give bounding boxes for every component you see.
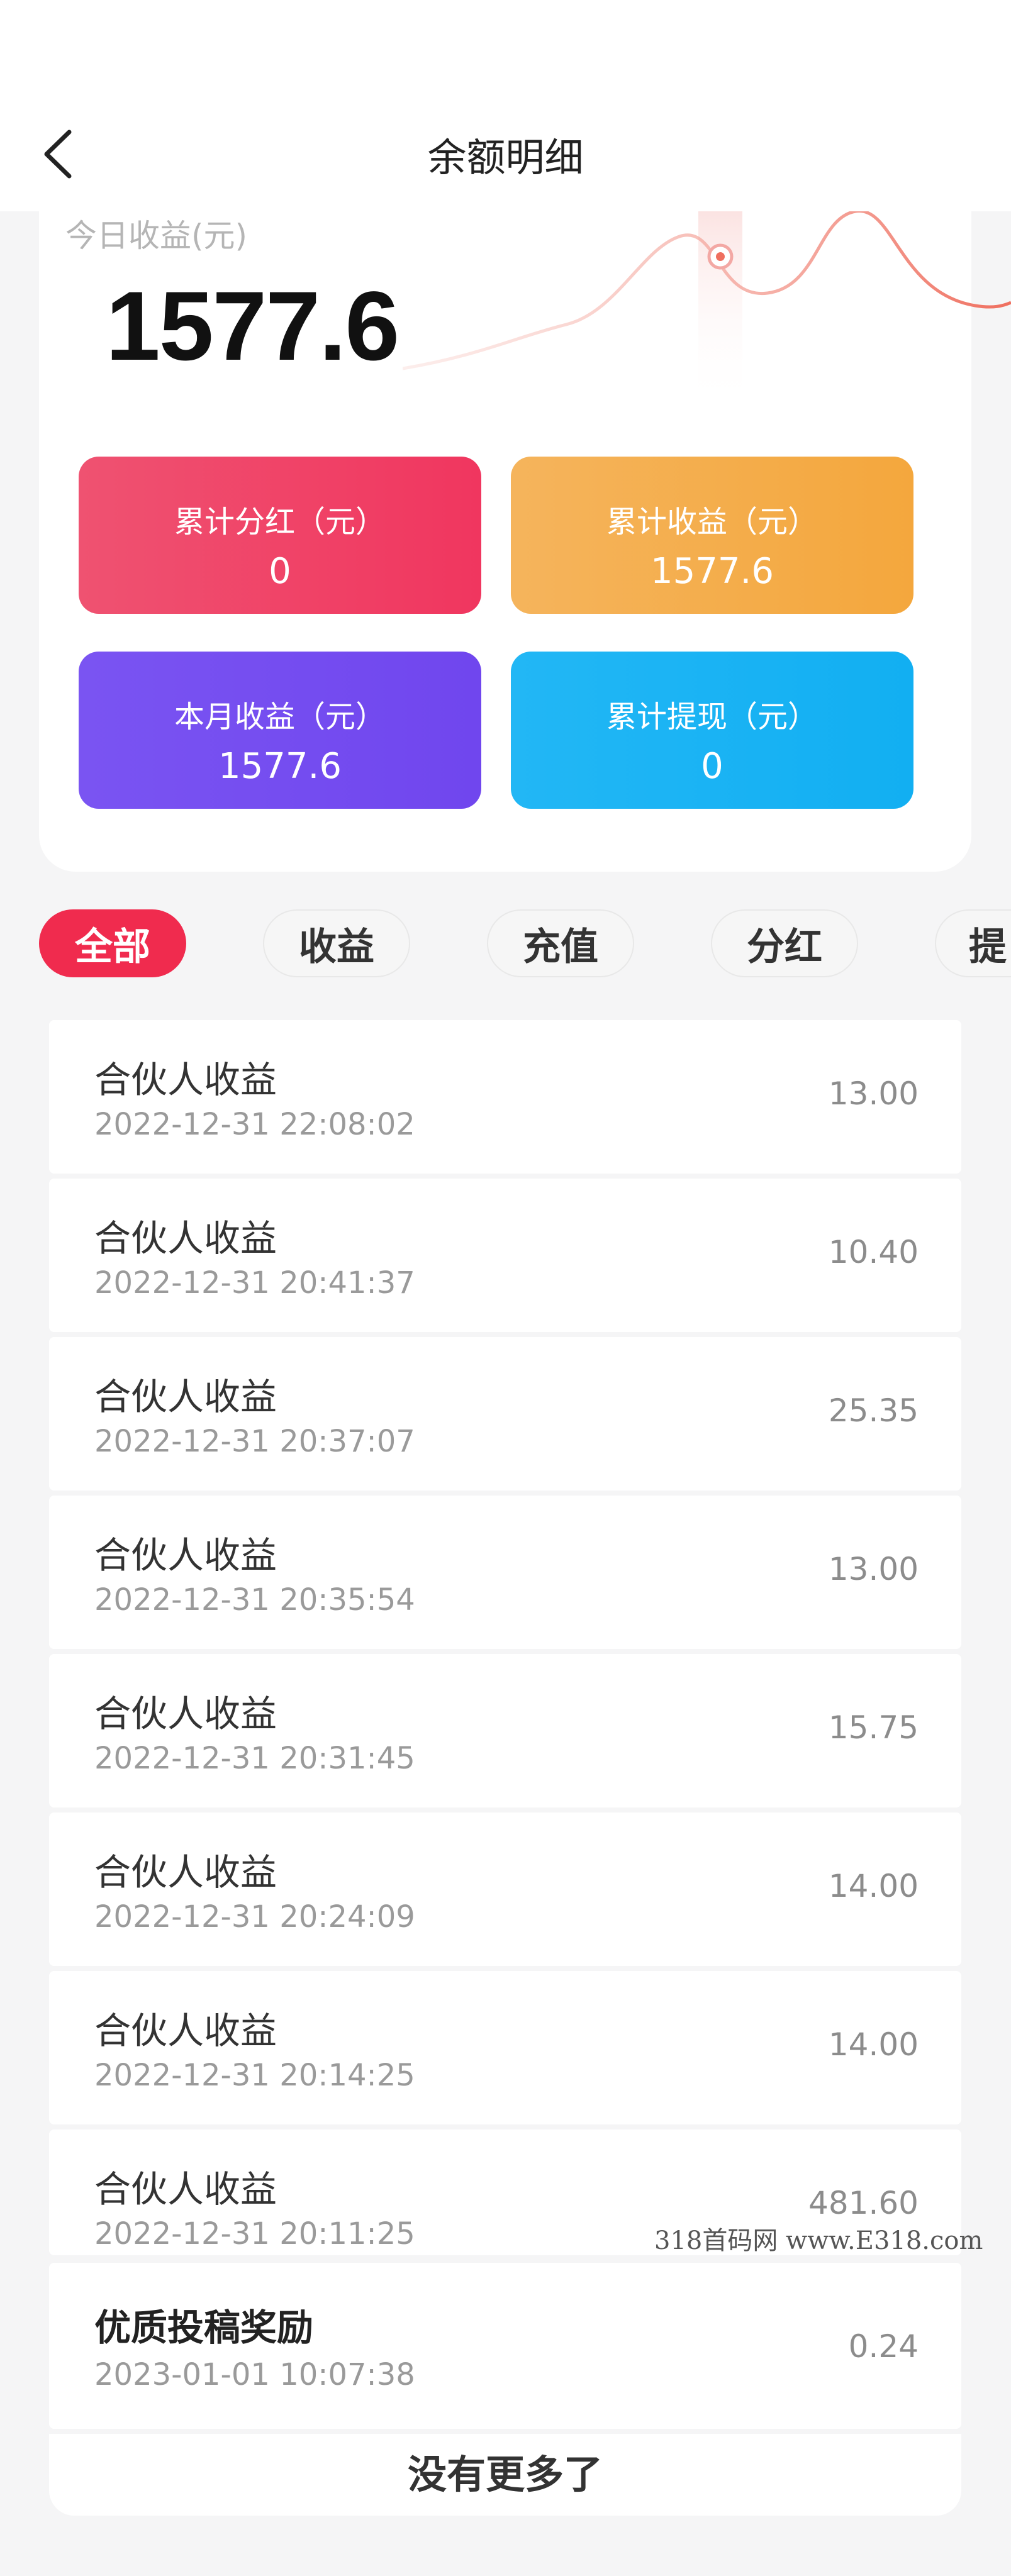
stat-label: 累计收益（元）	[606, 504, 818, 540]
record-amount: 13.00	[828, 1075, 919, 1112]
stat-card-total-withdrawal: 累计提现（元） 0	[511, 652, 913, 809]
record-name: 合伙人收益	[94, 1375, 277, 1418]
record-name: 合伙人收益	[94, 2009, 277, 2052]
stat-value: 0	[701, 746, 723, 787]
record-name: 优质投稿奖励	[94, 2306, 314, 2349]
stat-label: 累计提现（元）	[606, 699, 818, 735]
record-name: 合伙人收益	[94, 1851, 277, 1894]
record-time: 2022-12-31 20:35:54	[94, 1582, 415, 1618]
record-amount: 0.24	[848, 2328, 919, 2365]
tab-all[interactable]: 全部	[39, 909, 186, 977]
list-item[interactable]: 合伙人收益 2022-12-31 20:31:45 15.75	[49, 1654, 961, 1807]
record-name: 合伙人收益	[94, 2168, 277, 2211]
stat-value: 1577.6	[218, 746, 342, 787]
record-time: 2023-01-01 10:07:38	[94, 2357, 415, 2392]
stat-card-monthly-earnings: 本月收益（元） 1577.6	[79, 652, 481, 809]
list-item[interactable]: 合伙人收益 2022-12-31 20:37:07 25.35	[49, 1337, 961, 1491]
record-time: 2022-12-31 22:08:02	[94, 1107, 415, 1142]
record-amount: 25.35	[828, 1392, 919, 1429]
list-item[interactable]: 合伙人收益 2022-12-31 20:24:09 14.00	[49, 1813, 961, 1966]
stat-value: 0	[269, 551, 291, 592]
list-item[interactable]: 合伙人收益 2022-12-31 20:14:25 14.00	[49, 1971, 961, 2124]
record-time: 2022-12-31 20:41:37	[94, 1265, 415, 1301]
record-time: 2022-12-31 20:11:25	[94, 2216, 415, 2251]
record-amount: 13.00	[828, 1551, 919, 1587]
no-more-text: 没有更多了	[49, 2434, 961, 2516]
record-time: 2022-12-31 20:24:09	[94, 1899, 415, 1935]
record-amount: 15.75	[828, 1709, 919, 1746]
record-amount: 14.00	[828, 1868, 919, 1904]
record-name: 合伙人收益	[94, 1217, 277, 1260]
stat-label: 本月收益（元）	[174, 699, 386, 735]
tab-dividend[interactable]: 分红	[711, 909, 858, 977]
list-item[interactable]: 合伙人收益 2022-12-31 22:08:02 13.00	[49, 1020, 961, 1174]
tab-withdraw[interactable]: 提	[935, 909, 1011, 977]
list-item[interactable]: 合伙人收益 2022-12-31 20:41:37 10.40	[49, 1179, 961, 1332]
record-name: 合伙人收益	[94, 1692, 277, 1735]
stat-label: 累计分红（元）	[174, 504, 386, 540]
tab-earnings[interactable]: 收益	[263, 909, 410, 977]
today-earnings-value: 1577.6	[106, 272, 399, 381]
record-name: 合伙人收益	[94, 1058, 277, 1101]
record-amount: 10.40	[828, 1234, 919, 1270]
filter-tabs: 全部 收益 充值 分红 提	[0, 909, 1011, 987]
stat-card-total-earnings: 累计收益（元） 1577.6	[511, 457, 913, 614]
trend-line-decoration	[403, 211, 1011, 406]
record-name: 合伙人收益	[94, 1534, 277, 1577]
record-amount: 14.00	[828, 2026, 919, 2063]
record-time: 2022-12-31 20:14:25	[94, 2058, 415, 2093]
record-time: 2022-12-31 20:37:07	[94, 1424, 415, 1459]
page-title: 余额明细	[427, 135, 584, 180]
page-header: 余额明细	[0, 0, 1011, 211]
today-earnings-label: 今日收益(元)	[65, 218, 248, 254]
tab-recharge[interactable]: 充值	[487, 909, 634, 977]
watermark-text: 318首码网 www.E318.com	[654, 2226, 983, 2255]
record-time: 2022-12-31 20:31:45	[94, 1741, 415, 1776]
record-amount: 481.60	[808, 2185, 919, 2221]
stat-card-total-dividend: 累计分红（元） 0	[79, 457, 481, 614]
stat-value: 1577.6	[651, 551, 774, 592]
list-item[interactable]: 合伙人收益 2022-12-31 20:35:54 13.00	[49, 1496, 961, 1649]
list-item[interactable]: 优质投稿奖励 2023-01-01 10:07:38 0.24	[49, 2263, 961, 2429]
